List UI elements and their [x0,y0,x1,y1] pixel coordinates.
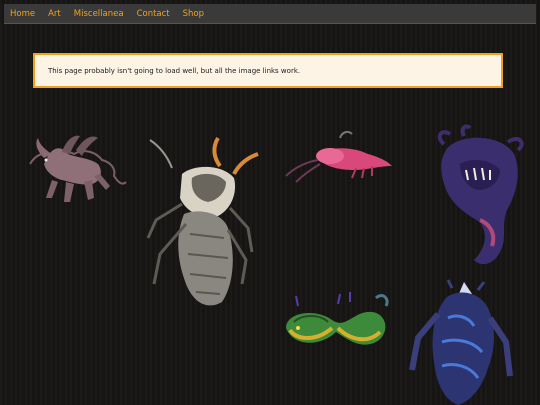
blue-armored-creature-image [409,279,513,405]
nav-shop-link[interactable]: Shop [183,9,204,19]
art-link-purple-horned-serpent[interactable] [430,124,528,270]
art-link-sphinx-cat-creature[interactable] [22,124,134,210]
sphinx-cat-creature-image [29,135,127,202]
nav-miscellanea-link[interactable]: Miscellanea [74,9,124,19]
nav-contact-link[interactable]: Contact [137,9,170,19]
art-link-blue-armored-creature[interactable] [408,278,514,405]
art-link-stag-beetle-creature[interactable] [142,134,262,310]
nav-home-link[interactable]: Home [10,9,35,19]
art-link-green-coiled-serpent[interactable] [276,288,398,356]
green-coiled-serpent-image [286,292,389,345]
art-link-pink-shrimp-creature[interactable] [282,126,394,184]
nav-art-link[interactable]: Art [48,9,61,19]
purple-horned-serpent-image [437,124,524,265]
notice-box: This page probably isn't going to load w… [33,53,503,88]
notice-text: This page probably isn't going to load w… [48,66,301,75]
pink-shrimp-creature-image [285,130,392,183]
top-navbar: Home Art Miscellanea Contact Shop [4,4,536,24]
stag-beetle-creature-image [146,136,259,306]
